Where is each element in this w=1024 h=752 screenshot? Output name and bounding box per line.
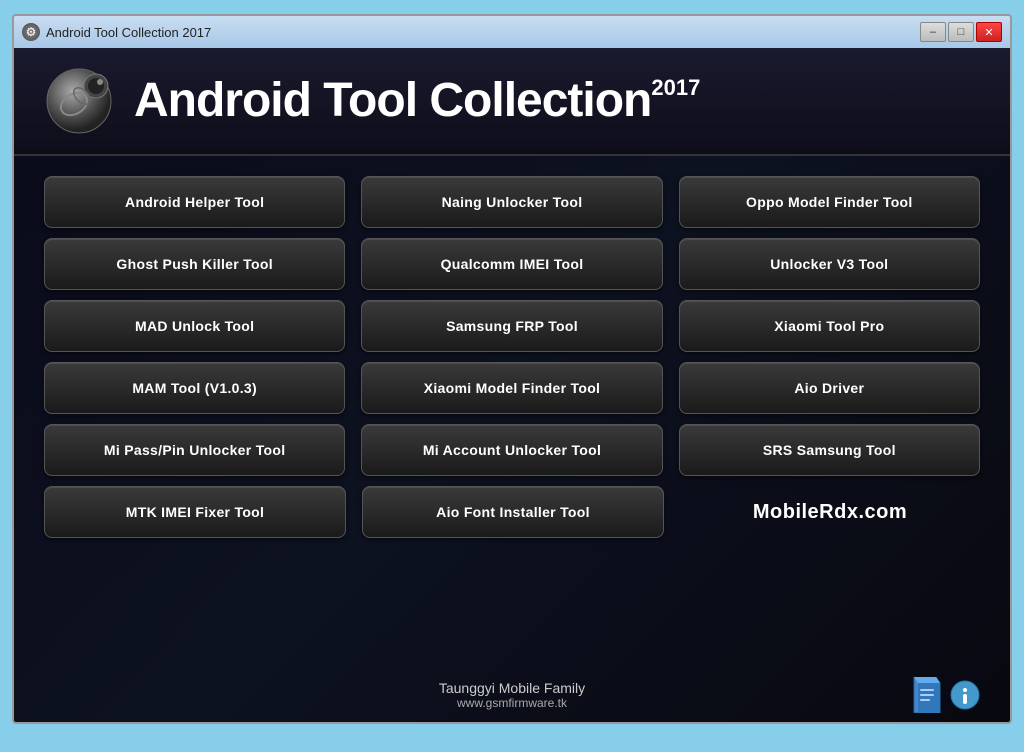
main-window: ⚙ Android Tool Collection 2017 – □ ✕	[12, 14, 1012, 724]
branding-text: MobileRdx.com	[680, 501, 980, 524]
header: Android Tool Collection 2017	[14, 48, 1010, 156]
app-icon: ⚙	[22, 23, 40, 41]
mtk-imei-fixer-tool-button[interactable]: MTK IMEI Fixer Tool	[44, 486, 346, 538]
unlocker-v3-tool-button[interactable]: Unlocker V3 Tool	[679, 238, 980, 290]
header-text: Android Tool Collection 2017	[134, 77, 700, 125]
footer-url: www.gsmfirmware.tk	[439, 696, 585, 710]
title-bar-left: ⚙ Android Tool Collection 2017	[22, 23, 211, 41]
maximize-button[interactable]: □	[948, 22, 974, 42]
app-logo	[44, 66, 114, 136]
title-bar: ⚙ Android Tool Collection 2017 – □ ✕	[14, 16, 1010, 48]
mi-account-unlocker-tool-button[interactable]: Mi Account Unlocker Tool	[361, 424, 662, 476]
minimize-button[interactable]: –	[920, 22, 946, 42]
button-row-2: Ghost Push Killer Tool Qualcomm IMEI Too…	[44, 238, 980, 290]
android-helper-tool-button[interactable]: Android Helper Tool	[44, 176, 345, 228]
xiaomi-tool-pro-button[interactable]: Xiaomi Tool Pro	[679, 300, 980, 352]
buttons-area: Android Helper Tool Naing Unlocker Tool …	[14, 156, 1010, 672]
button-row-5: Mi Pass/Pin Unlocker Tool Mi Account Unl…	[44, 424, 980, 476]
button-row-3: MAD Unlock Tool Samsung FRP Tool Xiaomi …	[44, 300, 980, 352]
naing-unlocker-tool-button[interactable]: Naing Unlocker Tool	[361, 176, 662, 228]
footer-icons	[912, 677, 980, 718]
aio-driver-button[interactable]: Aio Driver	[679, 362, 980, 414]
ghost-push-killer-tool-button[interactable]: Ghost Push Killer Tool	[44, 238, 345, 290]
app-title: Android Tool Collection	[134, 77, 651, 125]
samsung-frp-tool-button[interactable]: Samsung FRP Tool	[361, 300, 662, 352]
mi-pass-pin-unlocker-tool-button[interactable]: Mi Pass/Pin Unlocker Tool	[44, 424, 345, 476]
window-title: Android Tool Collection 2017	[46, 25, 211, 40]
info-icon[interactable]	[950, 680, 980, 715]
mam-tool-button[interactable]: MAM Tool (V1.0.3)	[44, 362, 345, 414]
srs-samsung-tool-button[interactable]: SRS Samsung Tool	[679, 424, 980, 476]
app-year: 2017	[651, 77, 700, 99]
footer-organization: Taunggyi Mobile Family	[439, 680, 585, 696]
mad-unlock-tool-button[interactable]: MAD Unlock Tool	[44, 300, 345, 352]
window-controls: – □ ✕	[920, 22, 1002, 42]
footer: Taunggyi Mobile Family www.gsmfirmware.t…	[14, 672, 1010, 722]
oppo-model-finder-tool-button[interactable]: Oppo Model Finder Tool	[679, 176, 980, 228]
button-row-4: MAM Tool (V1.0.3) Xiaomi Model Finder To…	[44, 362, 980, 414]
button-row-1: Android Helper Tool Naing Unlocker Tool …	[44, 176, 980, 228]
main-content: Android Tool Collection 2017 Android Hel…	[14, 48, 1010, 722]
button-row-6: MTK IMEI Fixer Tool Aio Font Installer T…	[44, 486, 980, 538]
book-icon[interactable]	[912, 677, 942, 718]
aio-font-installer-tool-button[interactable]: Aio Font Installer Tool	[362, 486, 664, 538]
footer-center: Taunggyi Mobile Family www.gsmfirmware.t…	[439, 680, 585, 710]
xiaomi-model-finder-tool-button[interactable]: Xiaomi Model Finder Tool	[361, 362, 662, 414]
close-button[interactable]: ✕	[976, 22, 1002, 42]
qualcomm-imei-tool-button[interactable]: Qualcomm IMEI Tool	[361, 238, 662, 290]
